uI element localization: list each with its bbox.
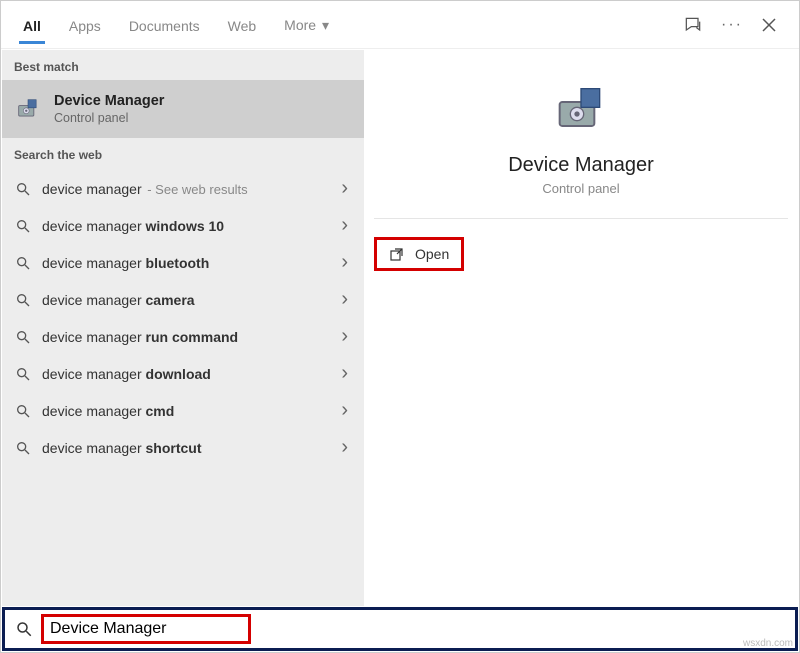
chevron-right-icon: ›: [337, 177, 352, 200]
web-result-item[interactable]: device manager run command›: [2, 318, 364, 355]
search-icon: [14, 217, 32, 235]
chevron-right-icon: ›: [337, 214, 352, 237]
web-result-label: device manager bluetooth: [42, 255, 337, 271]
tab-more-label: More: [284, 17, 316, 33]
preview-panel: Device Manager Control panel Open: [364, 50, 798, 606]
web-result-label: device manager cmd: [42, 403, 337, 419]
tab-documents[interactable]: Documents: [115, 6, 214, 44]
chevron-right-icon: ›: [337, 399, 352, 422]
more-options-icon[interactable]: ···: [721, 16, 743, 34]
open-label: Open: [415, 246, 449, 262]
close-icon[interactable]: [761, 17, 777, 33]
preview-title: Device Manager: [374, 154, 788, 177]
web-result-label: device manager run command: [42, 329, 337, 345]
search-icon: [14, 402, 32, 420]
content-area: Best match Device Manager Control panel …: [2, 50, 798, 606]
chevron-right-icon: ›: [337, 288, 352, 311]
web-result-item[interactable]: device manager bluetooth›: [2, 244, 364, 281]
web-result-item[interactable]: device manager camera›: [2, 281, 364, 318]
web-result-item[interactable]: device manager shortcut›: [2, 429, 364, 466]
search-input[interactable]: [46, 617, 246, 641]
open-button[interactable]: Open: [374, 237, 464, 271]
web-result-label: device manager windows 10: [42, 218, 337, 234]
header-actions: ···: [683, 15, 791, 35]
device-manager-icon: [14, 95, 42, 123]
web-result-label: device manager camera: [42, 292, 337, 308]
search-icon: [14, 291, 32, 309]
search-icon: [14, 439, 32, 457]
preview-actions: Open: [374, 237, 798, 271]
results-panel: Best match Device Manager Control panel …: [2, 50, 364, 606]
tab-apps[interactable]: Apps: [55, 6, 115, 44]
web-result-label: device manager download: [42, 366, 337, 382]
best-match-label: Best match: [2, 50, 364, 80]
search-icon: [15, 620, 33, 638]
search-input-highlight: [41, 614, 251, 644]
search-icon: [14, 180, 32, 198]
best-match-text: Device Manager Control panel: [54, 93, 164, 125]
preview-card: Device Manager Control panel: [374, 62, 788, 219]
chevron-right-icon: ›: [337, 325, 352, 348]
chevron-right-icon: ›: [337, 251, 352, 274]
best-match-item[interactable]: Device Manager Control panel: [2, 80, 364, 138]
best-match-title: Device Manager: [54, 93, 164, 109]
best-match-subtitle: Control panel: [54, 111, 164, 125]
web-result-item[interactable]: device manager download›: [2, 355, 364, 392]
tab-web[interactable]: Web: [214, 6, 271, 44]
web-result-item[interactable]: device manager cmd›: [2, 392, 364, 429]
chevron-down-icon: ▾: [322, 17, 329, 34]
search-bar[interactable]: [2, 607, 798, 651]
device-manager-large-icon: [374, 78, 788, 142]
web-result-item[interactable]: device manager windows 10›: [2, 207, 364, 244]
feedback-icon[interactable]: [683, 15, 703, 35]
search-icon: [14, 254, 32, 272]
search-icon: [14, 365, 32, 383]
web-result-label: device manager - See web results: [42, 181, 337, 197]
watermark: wsxdn.com: [743, 638, 793, 649]
web-result-item[interactable]: device manager - See web results›: [2, 170, 364, 207]
open-icon: [389, 246, 405, 262]
preview-subtitle: Control panel: [374, 181, 788, 196]
tab-all[interactable]: All: [9, 6, 55, 44]
chevron-right-icon: ›: [337, 436, 352, 459]
search-icon: [14, 328, 32, 346]
tab-more[interactable]: More ▾: [270, 5, 343, 44]
search-web-label: Search the web: [2, 138, 364, 168]
web-results-list: device manager - See web results›device …: [2, 168, 364, 468]
chevron-right-icon: ›: [337, 362, 352, 385]
web-result-label: device manager shortcut: [42, 440, 337, 456]
tabs-bar: All Apps Documents Web More ▾ ···: [1, 1, 799, 49]
